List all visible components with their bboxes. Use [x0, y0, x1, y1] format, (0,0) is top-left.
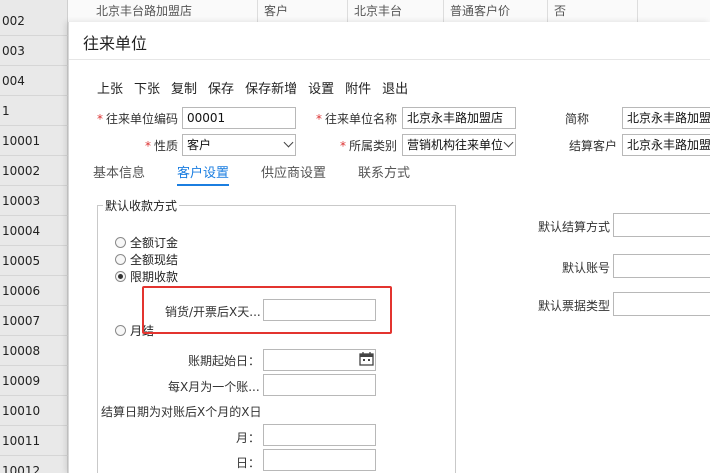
required-mark: *	[316, 112, 322, 126]
nature-label-text: 性质	[154, 139, 179, 153]
nature-select[interactable]: 客户	[182, 134, 296, 156]
name-label: * 往来单位名称	[316, 110, 397, 127]
name-input[interactable]: 北京永丰路加盟店	[402, 107, 516, 129]
dialog-title: 往来单位	[83, 34, 148, 53]
background-row-code: 10001	[0, 126, 68, 156]
tab-supplier-settings[interactable]: 供应商设置	[261, 162, 326, 186]
month-label: 月：	[236, 431, 261, 445]
tab-customer-settings[interactable]: 客户设置	[177, 162, 230, 186]
background-row-code: 10004	[0, 216, 68, 246]
background-top-row: 北京丰台路加盟店 客户 北京丰台 普通客户价 否	[68, 0, 710, 24]
category-label-text: 所属类别	[349, 139, 398, 153]
settings-button[interactable]: 设置	[308, 78, 334, 98]
background-row-code: 10006	[0, 276, 68, 306]
radio-full-deposit[interactable]: 全额订金	[115, 234, 178, 251]
category-select[interactable]: 营销机构往来单位	[402, 134, 516, 156]
default-bill-type-label: 默认票据类型	[538, 299, 611, 313]
background-row-code: 10010	[0, 396, 68, 426]
code-input[interactable]: 00001	[182, 107, 296, 129]
chevron-down-icon	[283, 137, 294, 148]
save-button[interactable]: 保存	[208, 78, 234, 98]
tab-basic-info[interactable]: 基本信息	[93, 162, 145, 186]
radio-circle-selected-icon	[115, 271, 126, 282]
nature-select-value: 客户	[187, 138, 212, 152]
default-account-input[interactable]	[613, 254, 710, 278]
radio-circle-icon	[115, 237, 126, 248]
receipt-method-title: 默认收款方式	[103, 197, 180, 214]
bg-cell-price: 普通客户价	[444, 0, 548, 24]
radio-term-receipt[interactable]: 限期收款	[115, 268, 178, 285]
day-label: 日：	[236, 456, 261, 470]
months-per-period-label: 每X月为一个账...	[168, 380, 260, 394]
settle-customer-input[interactable]: 北京永丰路加盟	[622, 134, 710, 156]
bg-cell-region: 北京丰台	[348, 0, 444, 24]
name-label-text: 往来单位名称	[325, 112, 398, 126]
category-label: * 所属类别	[340, 137, 397, 154]
dialog-titlebar	[69, 22, 710, 60]
radio-circle-icon	[115, 325, 126, 336]
background-row-code: 10005	[0, 246, 68, 276]
background-row-code: 10002	[0, 156, 68, 186]
partner-dialog: 往来单位 上张 下张 复制 保存 保存新增 设置 附件 退出 * 往来单位编码 0…	[68, 22, 710, 473]
default-account-label: 默认账号	[562, 261, 611, 275]
bg-cell-nature: 客户	[258, 0, 348, 24]
required-mark: *	[145, 139, 151, 153]
nature-label: * 性质	[145, 137, 178, 154]
required-mark: *	[340, 139, 346, 153]
toolbar: 上张 下张 复制 保存 保存新增 设置 附件 退出	[97, 78, 419, 98]
next-button[interactable]: 下张	[134, 78, 160, 98]
copy-button[interactable]: 复制	[171, 78, 197, 98]
default-bill-type-input[interactable]	[613, 292, 710, 316]
background-row-code: 002	[0, 6, 68, 36]
prev-button[interactable]: 上张	[97, 78, 123, 98]
bg-cell-name: 北京丰台路加盟店	[90, 0, 258, 24]
background-row-code: 1	[0, 96, 68, 126]
months-per-period-input[interactable]	[263, 374, 376, 396]
bg-cell-flag: 否	[548, 0, 638, 24]
background-row-code: 10012	[0, 456, 68, 473]
default-settle-method-input[interactable]	[613, 213, 710, 237]
exit-button[interactable]: 退出	[382, 78, 408, 98]
radio-full-cash[interactable]: 全额现结	[115, 251, 178, 268]
background-row-code: 10011	[0, 426, 68, 456]
category-select-value: 营销机构往来单位	[407, 138, 504, 152]
background-row-code: 10003	[0, 186, 68, 216]
background-code-column: 002 003 004 1 10001 10002 10003 10004 10005 10006…	[0, 0, 68, 473]
background-row-code: 10009	[0, 366, 68, 396]
day-input[interactable]	[263, 449, 376, 471]
radio-label: 全额现结	[130, 253, 179, 267]
tab-bar: 基本信息 客户设置 供应商设置 联系方式	[93, 162, 442, 186]
radio-label: 限期收款	[130, 270, 179, 284]
radio-circle-icon	[115, 254, 126, 265]
period-start-label: 账期起始日：	[188, 354, 261, 368]
radio-label: 全额订金	[130, 236, 179, 250]
default-settle-method-label: 默认结算方式	[538, 220, 611, 234]
background-row-code: 10008	[0, 336, 68, 366]
code-label-text: 往来单位编码	[106, 112, 179, 126]
settle-date-label: 结算日期为对账后X个月的X日	[101, 405, 262, 419]
background-row-code: 10007	[0, 306, 68, 336]
month-input[interactable]	[263, 424, 376, 446]
highlight-box	[142, 286, 392, 334]
tab-contact[interactable]: 联系方式	[358, 162, 410, 186]
attachment-button[interactable]: 附件	[345, 78, 371, 98]
required-mark: *	[97, 112, 103, 126]
calendar-icon[interactable]	[359, 352, 374, 366]
short-name-input[interactable]: 北京永丰路加盟	[622, 107, 710, 129]
short-name-label: 简称	[565, 112, 590, 126]
chevron-down-icon	[503, 137, 514, 148]
background-row-code: 004	[0, 66, 68, 96]
code-label: * 往来单位编码	[97, 110, 178, 127]
settle-customer-label: 结算客户	[569, 139, 618, 153]
background-row-code: 003	[0, 36, 68, 66]
save-and-new-button[interactable]: 保存新增	[245, 78, 297, 98]
